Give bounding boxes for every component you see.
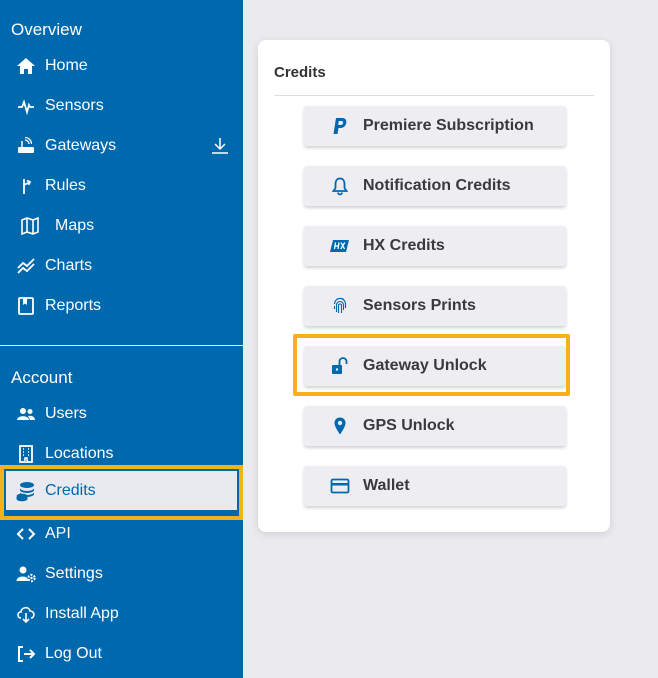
gateway-unlock-highlight xyxy=(293,334,570,396)
report-icon xyxy=(14,294,38,318)
sidebar-item-charts[interactable]: Charts xyxy=(0,246,243,286)
sidebar-item-settings[interactable]: Settings xyxy=(0,554,243,594)
paypal-icon xyxy=(328,114,352,138)
panel-title: Credits xyxy=(274,64,326,81)
sensors-prints-button[interactable]: Sensors Prints xyxy=(304,286,566,326)
sensor-pulse-icon xyxy=(14,94,38,118)
button-label: GPS Unlock xyxy=(363,417,455,434)
sidebar-item-label: Gateways xyxy=(45,137,117,154)
user-gear-icon xyxy=(14,562,38,586)
map-pin-icon xyxy=(328,414,352,438)
sidebar-item-reports[interactable]: Reports xyxy=(0,286,243,326)
button-label: Premiere Subscription xyxy=(363,117,534,134)
sidebar-divider xyxy=(0,345,243,346)
rules-icon xyxy=(14,174,38,198)
wallet-button[interactable]: Wallet xyxy=(304,466,566,506)
sidebar-item-label: API xyxy=(45,525,71,542)
sidebar-item-label: Credits xyxy=(45,481,96,499)
bell-icon xyxy=(328,174,352,198)
code-icon xyxy=(14,522,38,546)
credits-active-background: Credits xyxy=(6,471,237,510)
sidebar: Overview Home Sensors Gateways Rules Map… xyxy=(0,0,243,678)
panel-divider xyxy=(274,95,594,96)
sidebar-item-label: Log Out xyxy=(45,645,102,662)
download-icon[interactable] xyxy=(209,135,231,157)
button-label: HX Credits xyxy=(363,237,445,254)
sidebar-item-sensors[interactable]: Sensors xyxy=(0,86,243,126)
gps-unlock-button[interactable]: GPS Unlock xyxy=(304,406,566,446)
sidebar-item-label: Users xyxy=(45,405,87,422)
wallet-icon xyxy=(328,474,352,498)
premiere-subscription-button[interactable]: Premiere Subscription xyxy=(304,106,566,146)
account-section-title: Account xyxy=(11,368,73,387)
overview-section-title: Overview xyxy=(11,20,82,39)
chart-icon xyxy=(14,254,38,278)
sidebar-item-home[interactable]: Home xyxy=(0,46,243,86)
sidebar-item-label: Settings xyxy=(45,565,103,582)
sidebar-item-label: Install App xyxy=(45,605,119,622)
sidebar-item-gateways[interactable]: Gateways xyxy=(0,126,243,166)
sidebar-item-label: Sensors xyxy=(45,97,104,114)
sidebar-item-label: Rules xyxy=(45,177,86,194)
cloud-download-icon xyxy=(14,602,38,626)
sidebar-item-maps[interactable]: Maps xyxy=(0,206,243,246)
home-icon xyxy=(14,54,38,78)
hx-icon xyxy=(328,234,352,258)
logout-icon xyxy=(14,642,38,666)
button-label: Sensors Prints xyxy=(363,297,476,314)
map-icon xyxy=(18,214,42,238)
sidebar-item-label: Charts xyxy=(45,257,93,274)
sidebar-item-users[interactable]: Users xyxy=(0,394,243,434)
sidebar-item-label: Locations xyxy=(45,445,114,462)
building-icon xyxy=(14,442,38,466)
sidebar-item-label: Maps xyxy=(55,217,95,234)
sidebar-item-credits[interactable]: Credits xyxy=(0,465,243,520)
sidebar-item-install-app[interactable]: Install App xyxy=(0,594,243,634)
sidebar-item-rules[interactable]: Rules xyxy=(0,166,243,206)
fingerprint-icon xyxy=(328,294,352,318)
credits-panel: Credits Premiere Subscription Notificati… xyxy=(258,40,610,532)
button-label: Notification Credits xyxy=(363,177,511,194)
users-icon xyxy=(14,402,38,426)
sidebar-item-api[interactable]: API xyxy=(0,514,243,554)
sidebar-item-label: Reports xyxy=(45,297,102,314)
gateway-icon xyxy=(14,134,38,158)
hx-credits-button[interactable]: HX Credits xyxy=(304,226,566,266)
sidebar-item-label: Home xyxy=(45,57,88,74)
notification-credits-button[interactable]: Notification Credits xyxy=(304,166,566,206)
sidebar-item-log-out[interactable]: Log Out xyxy=(0,634,243,674)
coins-icon xyxy=(14,479,38,503)
button-label: Wallet xyxy=(363,477,410,494)
